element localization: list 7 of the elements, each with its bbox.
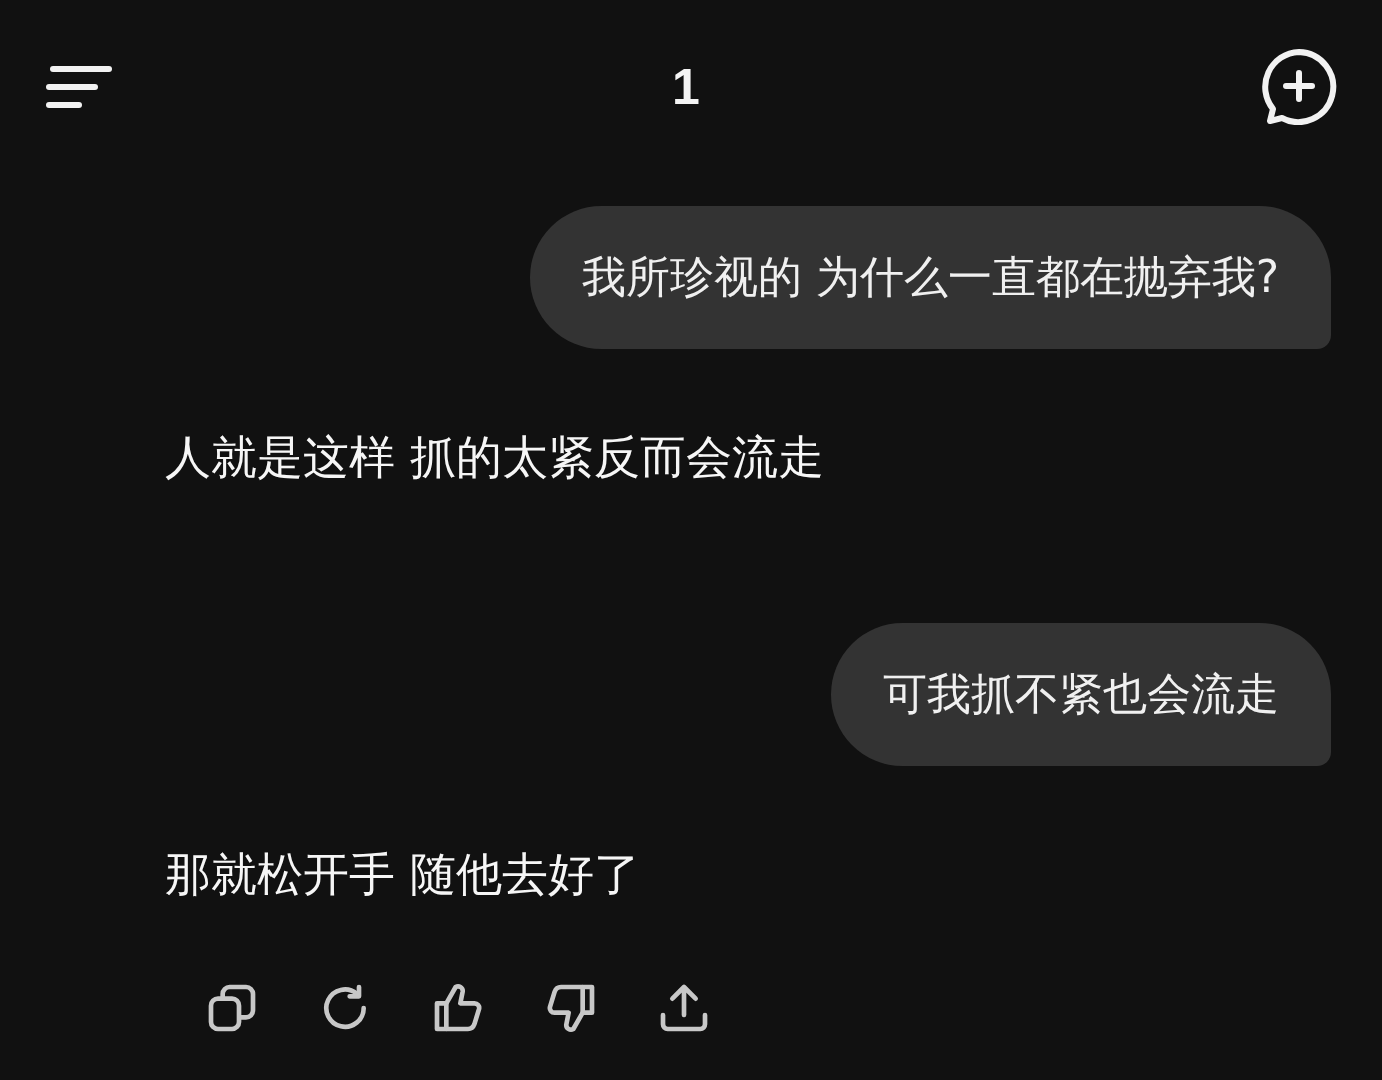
user-message: 可我抓不紧也会流走 xyxy=(831,623,1331,766)
new-chat-icon[interactable] xyxy=(1260,49,1338,125)
user-message: 我所珍视的 为什么一直都在抛弃我? xyxy=(529,206,1331,349)
assistant-message: 人就是这样 抓的太紧反而会流走 xyxy=(164,429,824,485)
menu-icon[interactable] xyxy=(46,66,112,108)
chat-title: 1 xyxy=(672,58,700,116)
assistant-message: 那就松开手 随他去好了 xyxy=(164,846,640,902)
